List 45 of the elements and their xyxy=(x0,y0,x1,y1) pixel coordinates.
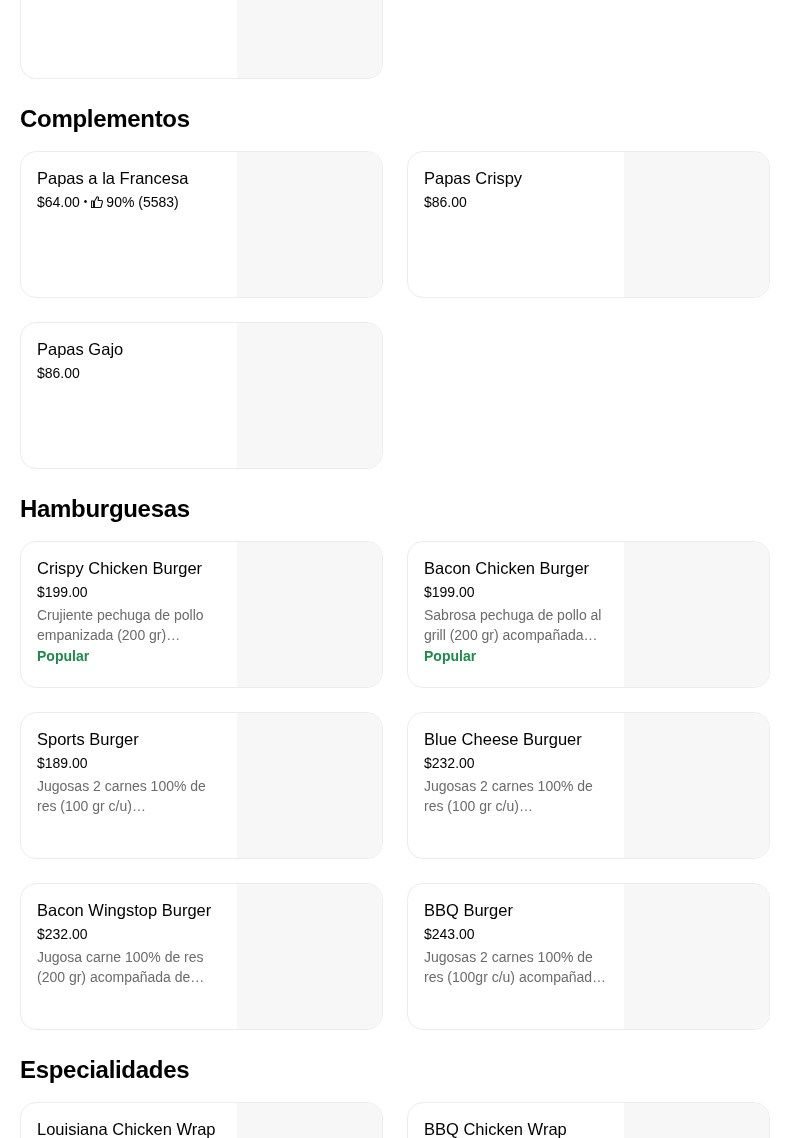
item-price: $189.00 xyxy=(37,754,88,772)
item-price: $232.00 xyxy=(37,925,88,943)
item-rating: 90% (5583) xyxy=(106,193,179,211)
item-name: Papas a la Francesa xyxy=(37,168,189,188)
item-name: BBQ Burger xyxy=(424,900,513,920)
menu-item-card[interactable]: Blue Cheese Burguer $232.00 Jugosas 2 carnes 100% de res (100 gr c/u)… xyxy=(407,712,770,859)
menu-item-card[interactable]: BBQ Burger $243.00 Jugosas 2 carnes 100% de res (100gr c/u) acompañad… xyxy=(407,883,770,1030)
item-price: $199.00 xyxy=(424,583,475,601)
item-name: Bacon Chicken Burger xyxy=(424,558,590,578)
item-description: Jugosa carne 100% de res (200 gr) acompañada de… xyxy=(37,948,206,987)
item-description: Jugosas 2 carnes 100% de res (100gr c/u) acompañad… xyxy=(424,948,608,987)
item-name: Blue Cheese Burguer xyxy=(424,729,582,749)
popular-label: Popular xyxy=(424,647,477,666)
section-heading: Hamburguesas xyxy=(20,494,191,524)
item-price: $199.00 xyxy=(37,583,88,601)
section-heading: Especialidades xyxy=(20,1055,191,1085)
menu-item-card[interactable]: Louisiana Chicken Wrap xyxy=(20,1102,383,1138)
item-description: Jugosas 2 carnes 100% de res (100 gr c/u)… xyxy=(424,777,594,816)
item-name: BBQ Chicken Wrap xyxy=(424,1119,567,1138)
menu-item-card[interactable]: Papas Crispy $86.00 xyxy=(407,151,770,298)
item-description: Crujiente pechuga de pollo empanizada (200 gr)… xyxy=(37,606,205,645)
item-name: Papas Crispy xyxy=(424,168,523,188)
item-price: $86.00 xyxy=(37,364,80,382)
item-price: $232.00 xyxy=(424,754,475,772)
separator-dot: • xyxy=(83,195,88,209)
menu-item-card[interactable]: Papas a la Francesa $64.00 • 90% (5583) xyxy=(20,151,383,298)
item-price: $64.00 xyxy=(37,193,80,211)
menu-item-card[interactable]: Sports Burger $189.00 Jugosas 2 carnes 100% de res (100 gr c/u)… xyxy=(20,712,383,859)
item-name: Bacon Wingstop Burger xyxy=(37,900,212,920)
item-price: $243.00 xyxy=(424,925,475,943)
menu-item-card[interactable]: Bacon Chicken Burger $199.00 Sabrosa pechuga de pollo al grill (200 gr) acompañada… Popular xyxy=(407,541,770,688)
item-description: Jugosas 2 carnes 100% de res (100 gr c/u)… xyxy=(37,777,207,816)
thumbs-up-icon xyxy=(91,196,104,208)
menu-item-card[interactable]: Crispy Chicken Burger $199.00 Crujiente pechuga de pollo empanizada (200 gr)… Popular xyxy=(20,541,383,688)
menu-item-card[interactable]: BBQ Chicken Wrap xyxy=(407,1102,770,1138)
item-description: Sabrosa pechuga de pollo al grill (200 gr) acompañada… xyxy=(424,606,603,645)
item-price: $86.00 xyxy=(424,193,467,211)
menu-item-card[interactable]: Bacon Wingstop Burger $232.00 Jugosa carne 100% de res (200 gr) acompañada de… xyxy=(20,883,383,1030)
item-name: Louisiana Chicken Wrap xyxy=(37,1119,216,1138)
item-name: Crispy Chicken Burger xyxy=(37,558,203,578)
item-name: Papas Gajo xyxy=(37,339,124,359)
section-heading: Complementos xyxy=(20,104,191,134)
item-name: Sports Burger xyxy=(37,729,139,749)
menu-item-card[interactable]: Papas Gajo $86.00 xyxy=(20,322,383,469)
popular-label: Popular xyxy=(37,647,90,666)
